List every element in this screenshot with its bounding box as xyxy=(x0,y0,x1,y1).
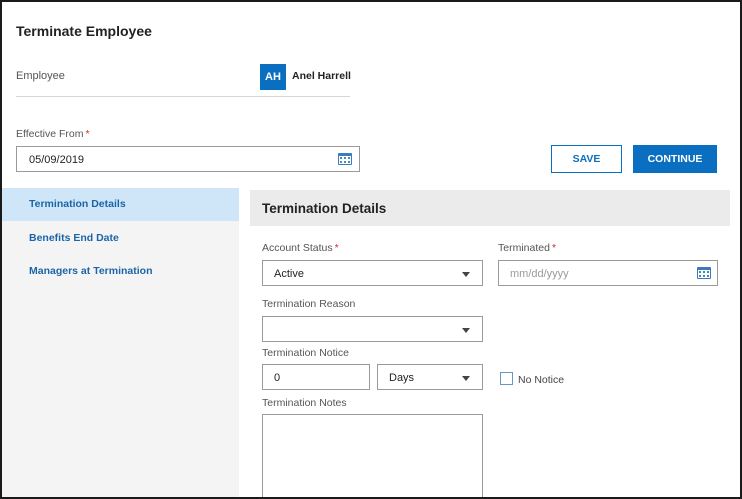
sidebar-item-managers-at-termination[interactable]: Managers at Termination xyxy=(2,255,239,288)
terminated-date-field[interactable]: mm/dd/yyyy xyxy=(498,260,718,286)
termination-reason-label: Termination Reason xyxy=(262,298,356,310)
required-marker: * xyxy=(85,128,90,140)
chevron-down-icon xyxy=(462,328,470,333)
terminated-label: Terminated * xyxy=(498,242,557,254)
termination-notice-input[interactable]: 0 xyxy=(262,364,370,390)
no-notice-label: No Notice xyxy=(518,374,565,386)
effective-from-value: 05/09/2019 xyxy=(29,154,85,166)
required-marker: * xyxy=(334,242,339,254)
avatar: AH xyxy=(260,64,286,90)
chevron-down-icon xyxy=(462,376,470,381)
notice-unit-select[interactable]: Days xyxy=(377,364,483,390)
panel-title: Termination Details xyxy=(250,190,730,226)
calendar-icon[interactable] xyxy=(697,267,711,279)
termination-notes-label: Termination Notes xyxy=(262,397,347,409)
account-status-select[interactable]: Active xyxy=(262,260,483,286)
termination-notice-value: 0 xyxy=(274,372,281,384)
sidebar: Termination Details Benefits End Date Ma… xyxy=(2,188,239,497)
continue-button[interactable]: CONTINUE xyxy=(633,145,717,173)
divider xyxy=(16,96,350,97)
required-marker: * xyxy=(551,242,557,254)
page-title: Terminate Employee xyxy=(16,23,152,39)
sidebar-item-termination-details[interactable]: Termination Details xyxy=(2,188,239,221)
termination-reason-select[interactable] xyxy=(262,316,483,342)
termination-notice-label: Termination Notice xyxy=(262,347,349,359)
calendar-icon[interactable] xyxy=(338,153,352,165)
notice-unit-value: Days xyxy=(389,372,415,384)
chevron-down-icon xyxy=(462,272,470,277)
account-status-value: Active xyxy=(274,268,304,280)
no-notice-checkbox[interactable] xyxy=(500,372,513,385)
effective-from-field[interactable]: 05/09/2019 xyxy=(16,146,360,172)
effective-from-label: Effective From * xyxy=(16,128,90,140)
save-button[interactable]: SAVE xyxy=(551,145,622,173)
employee-label: Employee xyxy=(16,70,65,82)
terminated-placeholder: mm/dd/yyyy xyxy=(510,268,569,280)
sidebar-item-benefits-end-date[interactable]: Benefits End Date xyxy=(2,222,239,255)
account-status-label: Account Status * xyxy=(262,242,339,254)
termination-notes-textarea[interactable] xyxy=(262,414,483,497)
terminate-employee-dialog: Terminate Employee Employee AH Anel Harr… xyxy=(0,0,742,499)
employee-name: Anel Harrell xyxy=(292,70,351,82)
